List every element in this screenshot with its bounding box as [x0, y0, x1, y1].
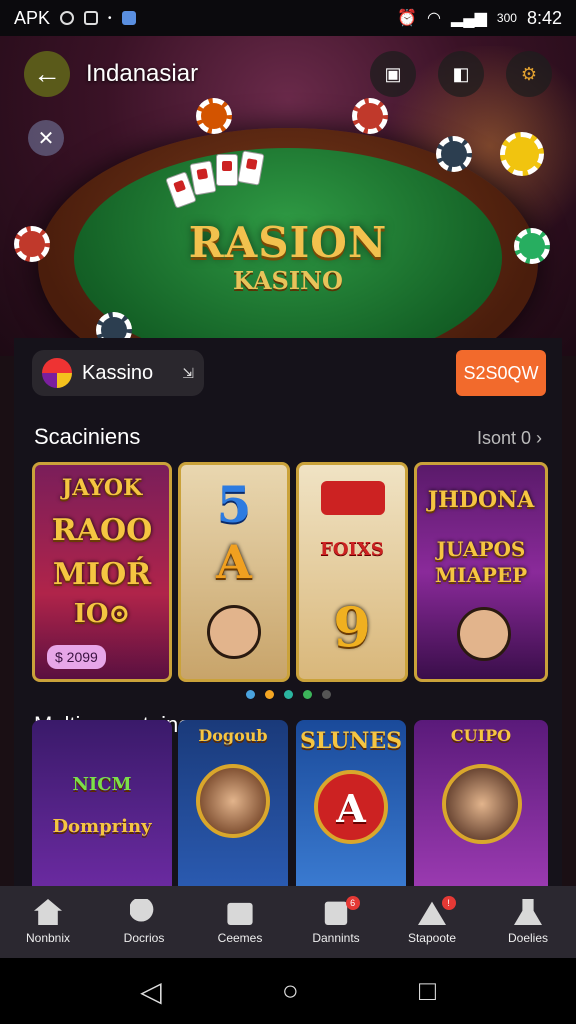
signal-icon: ▂▄▆ [450, 10, 487, 27]
profile-icon [514, 899, 542, 925]
game-price-badge: $ 2099 [47, 645, 106, 669]
game-card[interactable]: FOIXS 9 [296, 462, 408, 682]
back-triangle-icon[interactable]: ◁ [140, 975, 162, 1008]
game-title-line: Dogoub [198, 726, 268, 745]
casino-selector[interactable]: Kassino ⇲ [32, 350, 204, 396]
game-title-line: 5 [216, 475, 252, 534]
wifi-icon: ◠ [427, 10, 441, 27]
carousel-dot[interactable] [302, 690, 312, 699]
gear-icon: ⚙ [520, 63, 538, 84]
recents-square-icon[interactable]: □ [419, 975, 436, 1007]
nav-label: Nonbnix [25, 931, 71, 945]
main-panel: Kassino ⇲ S2S0QW Scaciniens Isont 0 › JA… [14, 338, 562, 886]
game-title-line: A [216, 535, 252, 589]
game-title-line: CUIPO [450, 726, 512, 745]
wallet-icon: ◧ [452, 63, 470, 84]
hero-title: RASION [188, 218, 388, 267]
game-title-line: NICM [72, 774, 132, 795]
system-navigation-bar: ◁ ○ □ [0, 958, 576, 1024]
game-title-line: RAOO [51, 513, 153, 548]
nav-label: Ceemes [217, 931, 263, 945]
search-icon [130, 899, 154, 922]
arrow-left-icon: ← [33, 58, 61, 89]
game-title-line: MIOŔ [52, 557, 152, 592]
symbol-icon [321, 481, 385, 515]
instagram-icon [60, 11, 75, 25]
game-card[interactable]: JHDONA JUAPOS MIAPEP [414, 462, 548, 682]
top-bar: ← Indanasiar ▣ ◧ ⚙ [0, 36, 576, 112]
casino-name: Kassino [82, 361, 154, 384]
status-apk-label: APK [14, 7, 51, 28]
character-icon [457, 607, 511, 661]
game-card[interactable]: JAYOK RAOO MIOŔ IO⊙ $ 2099 [32, 462, 172, 682]
carousel-dot[interactable] [245, 690, 255, 699]
notification-badge: 6 [345, 896, 360, 910]
home-icon [34, 899, 62, 925]
game-title-line: 9 [333, 595, 371, 659]
expand-arrow-icon: ⇲ [182, 364, 194, 381]
carousel-dot[interactable] [264, 690, 274, 699]
nav-item[interactable]: Doelies [480, 886, 576, 958]
battery-label: 300 [496, 11, 517, 25]
character-icon [442, 764, 522, 844]
app-icon [121, 11, 136, 25]
character-icon [196, 764, 270, 838]
nav-item[interactable]: Dannints 6 [288, 886, 384, 958]
calendar-button[interactable]: ▣ [370, 51, 416, 97]
game-title-line: FOIXS [320, 539, 384, 560]
game-title-line: MIAPEP [434, 563, 528, 587]
wallet-button[interactable]: ◧ [438, 51, 484, 97]
deposit-button[interactable]: S2S0QW [456, 350, 546, 396]
status-bar: APK • ⏰ ◠ ▂▄▆ 300 8:42 [0, 0, 576, 36]
back-button[interactable]: ← [24, 51, 70, 97]
game-title-line: JHDONA [427, 487, 535, 513]
nav-item[interactable]: Ceemes [192, 886, 288, 958]
playing-card-icon [216, 154, 238, 186]
game-title-line: IO⊙ [73, 599, 131, 629]
game-tile[interactable]: CUIPO [414, 720, 548, 886]
carousel-dot[interactable] [283, 690, 293, 699]
nav-label: Docrios [123, 931, 165, 945]
bottom-navigation: Nonbnix Docrios Ceemes Dannints 6 Stapoote! Do… [0, 886, 576, 958]
game-title-line: JUAPOS [436, 537, 526, 561]
game-title-line: Dompriny [52, 816, 152, 837]
character-icon [207, 605, 261, 659]
poker-chip-icon [500, 132, 544, 176]
game-title-line: SLUNES [299, 728, 403, 754]
nav-item[interactable]: Docrios [96, 886, 192, 958]
close-icon: ✕ [37, 127, 55, 150]
games-icon [227, 902, 253, 925]
carousel-dot[interactable] [321, 690, 331, 699]
game-title-line: JAYOK [61, 475, 143, 501]
carousel-dots [14, 690, 562, 699]
game-tile[interactable]: NICM Dompriny [32, 720, 172, 886]
nav-label: Doelies [507, 931, 549, 945]
home-circle-icon[interactable]: ○ [282, 975, 299, 1007]
nav-label: Stapoote [407, 931, 457, 945]
nav-label: Dannints [312, 931, 360, 945]
poker-chip-icon [436, 136, 472, 172]
game-card[interactable]: 5 A [178, 462, 290, 682]
section-title: Scaciniens [34, 424, 141, 449]
nav-item[interactable]: Nonbnix [0, 886, 96, 958]
page-title: Indanasiar [86, 60, 199, 87]
close-button[interactable]: ✕ [28, 120, 64, 156]
see-more-link[interactable]: Isont 0 › [477, 428, 542, 449]
nav-item[interactable]: Stapoote! [384, 886, 480, 958]
hero-subtitle: KASINO [233, 266, 343, 295]
notification-badge: ! [441, 896, 456, 910]
notification-icon [84, 11, 99, 25]
game-title-line: A [336, 786, 366, 831]
dot-icon: • [108, 12, 112, 24]
menu-button[interactable]: ⚙ [506, 51, 552, 97]
clock: 8:42 [526, 7, 562, 28]
casino-logo-icon [42, 358, 72, 388]
game-tile[interactable]: Dogoub [178, 720, 288, 886]
game-tile[interactable]: SLUNES A [296, 720, 406, 886]
calendar-icon: ▣ [384, 63, 402, 84]
alarm-icon: ⏰ [397, 10, 417, 27]
